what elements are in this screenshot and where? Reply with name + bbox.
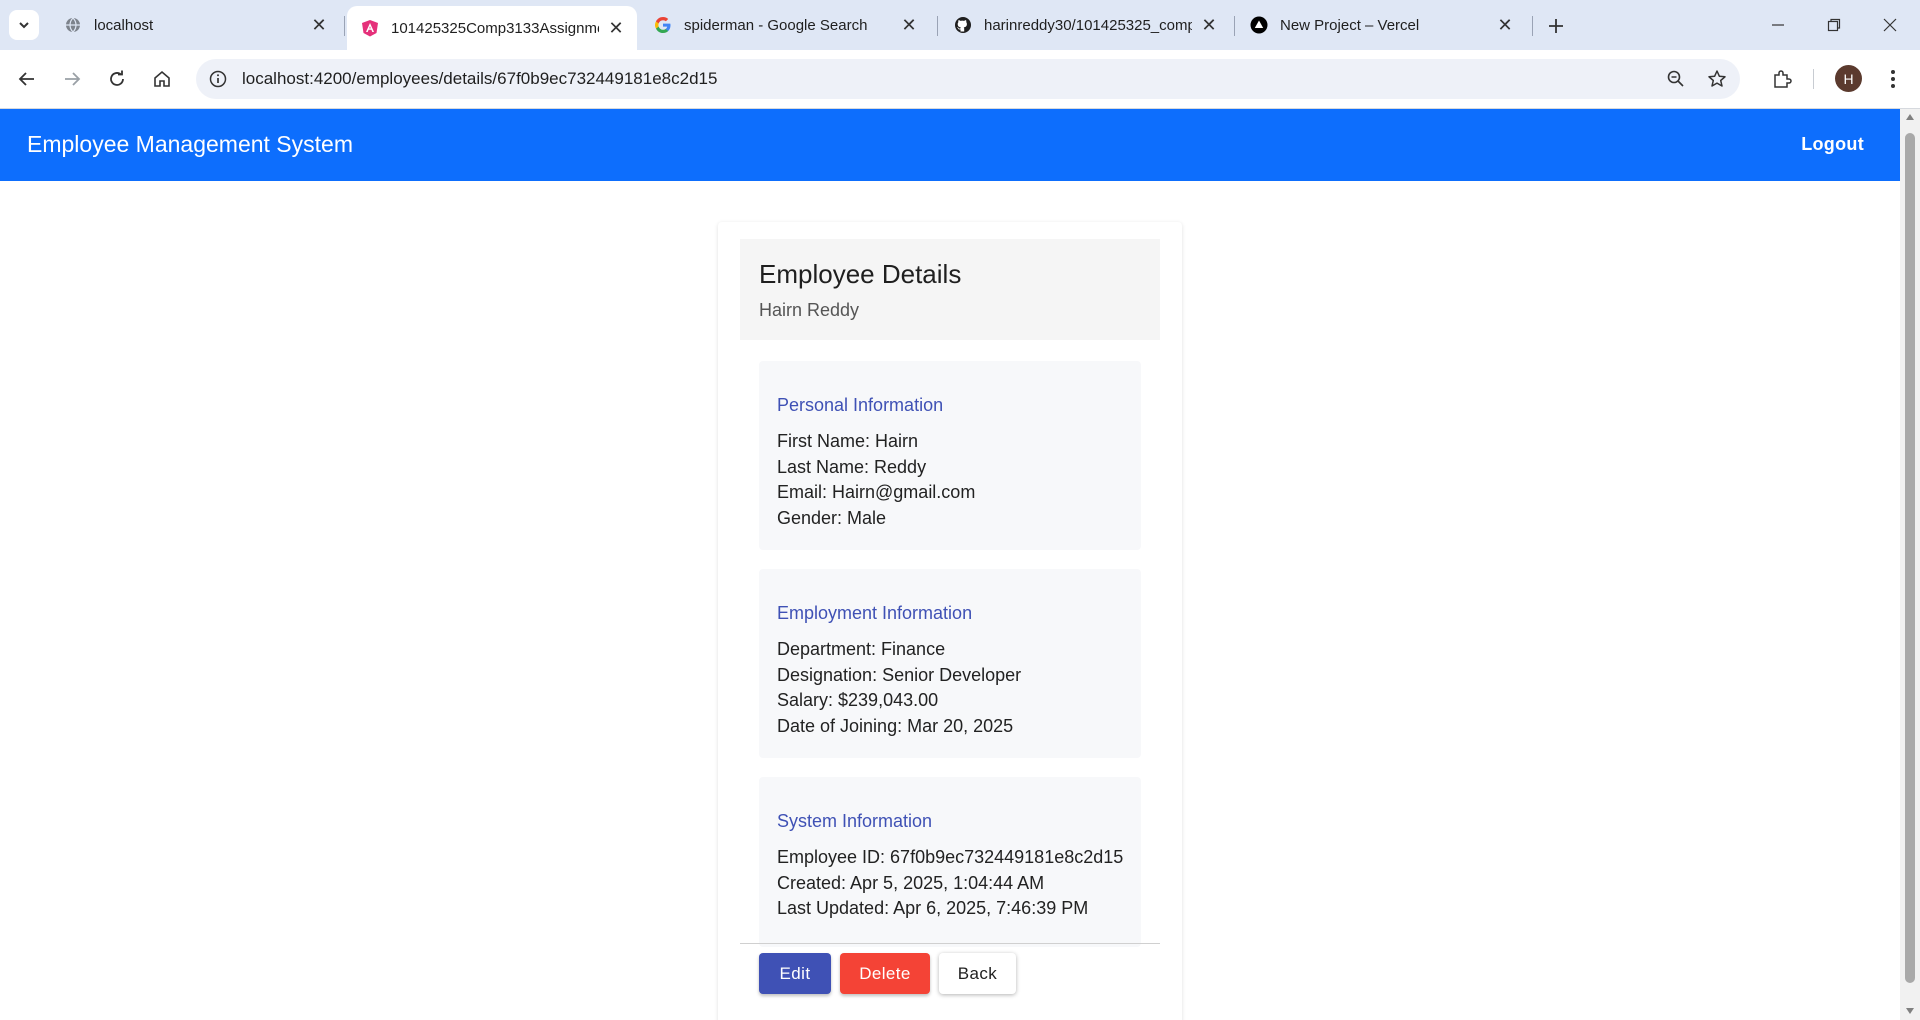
tab-search-button[interactable] xyxy=(9,10,39,40)
arrow-left-icon xyxy=(18,72,34,86)
chevron-down-icon xyxy=(19,22,29,29)
info-row-department: Department: Finance xyxy=(777,639,946,659)
toolbar-separator xyxy=(1813,69,1814,89)
minimize-icon xyxy=(1772,24,1784,26)
back-nav-button[interactable] xyxy=(11,63,43,95)
page-scrollbar[interactable] xyxy=(1900,109,1920,1020)
section-title: System Information xyxy=(777,811,933,831)
employee-details-card: Employee Details Hairn Reddy Personal In… xyxy=(718,222,1182,1020)
actions-divider xyxy=(740,943,1160,944)
info-row-email: Email: Hairn@gmail.com xyxy=(777,482,976,502)
reload-button[interactable] xyxy=(101,63,133,95)
restore-button[interactable] xyxy=(1806,0,1862,50)
section-title: Personal Information xyxy=(777,395,944,415)
tab-separator xyxy=(937,16,938,36)
tab-separator xyxy=(344,16,345,36)
url-text[interactable]: localhost:4200/employees/details/67f0b9e… xyxy=(242,69,717,89)
info-row-salary: Salary: $239,043.00 xyxy=(777,690,939,710)
info-rows: Department: Finance Designation: Senior … xyxy=(777,637,1021,739)
tab-title: harinreddy30/101425325_comp xyxy=(984,16,1192,34)
home-button[interactable] xyxy=(146,63,178,95)
employment-info-section: Employment Information Department: Finan… xyxy=(759,569,1141,758)
browser-tab-active[interactable]: 101425325Comp3133Assignme ✕ xyxy=(347,6,637,50)
system-info-section: System Information Employee ID: 67f0b9ec… xyxy=(759,777,1141,947)
info-row-last-updated: Last Updated: Apr 6, 2025, 7:46:39 PM xyxy=(777,898,1089,918)
browser-tab-strip: localhost ✕ 101425325Comp3133Assignme ✕ … xyxy=(0,0,1920,50)
bookmark-star-icon[interactable] xyxy=(1705,67,1729,91)
info-rows: Employee ID: 67f0b9ec732449181e8c2d15 Cr… xyxy=(777,845,1123,922)
close-window-button[interactable] xyxy=(1862,0,1918,50)
info-row-date-of-joining: Date of Joining: Mar 20, 2025 xyxy=(777,715,1014,736)
close-icon xyxy=(1883,18,1897,32)
browser-tab[interactable]: New Project – Vercel ✕ xyxy=(1236,6,1526,44)
info-row-created: Created: Apr 5, 2025, 1:04:44 AM xyxy=(777,872,1045,893)
employee-name-subtitle: Hairn Reddy xyxy=(759,300,860,320)
new-tab-button[interactable] xyxy=(1542,12,1570,40)
section-title: Employment Information xyxy=(777,603,973,623)
scroll-down-arrow-icon[interactable] xyxy=(1905,1006,1915,1016)
page-viewport: Employee Management System Logout Employ… xyxy=(0,109,1900,1020)
browser-toolbar: localhost:4200/employees/details/67f0b9e… xyxy=(0,50,1920,109)
browser-tab[interactable]: harinreddy30/101425325_comp ✕ xyxy=(940,6,1230,44)
scroll-thumb[interactable] xyxy=(1905,133,1915,983)
info-rows: First Name: Hairn Last Name: Reddy Email… xyxy=(777,429,975,531)
tab-title: spiderman - Google Search xyxy=(684,16,868,34)
card-header: Employee Details Hairn Reddy xyxy=(740,239,1160,340)
browser-menu-button[interactable] xyxy=(1877,63,1909,95)
close-icon[interactable]: ✕ xyxy=(898,14,920,36)
minimize-button[interactable] xyxy=(1750,0,1806,50)
tab-separator xyxy=(1532,16,1533,36)
tab-title: New Project – Vercel xyxy=(1280,16,1420,34)
back-button[interactable]: Back xyxy=(939,953,1016,994)
close-icon[interactable]: ✕ xyxy=(1198,14,1220,36)
home-icon xyxy=(154,70,170,87)
close-icon[interactable]: ✕ xyxy=(308,14,330,36)
delete-button[interactable]: Delete xyxy=(840,953,930,994)
page-title: Employee Details xyxy=(759,259,962,289)
reload-icon xyxy=(110,70,124,86)
close-icon[interactable]: ✕ xyxy=(1494,14,1516,36)
kebab-menu-icon xyxy=(1891,70,1895,88)
personal-info-section: Personal Information First Name: Hairn L… xyxy=(759,361,1141,550)
info-row-employee-id: Employee ID: 67f0b9ec732449181e8c2d15 xyxy=(777,847,1124,867)
github-icon xyxy=(954,16,972,34)
angular-icon xyxy=(361,19,379,37)
tab-separator xyxy=(1234,16,1235,36)
profile-avatar[interactable]: H xyxy=(1835,65,1862,92)
zoom-icon[interactable] xyxy=(1664,67,1688,91)
google-icon xyxy=(654,16,672,34)
site-info-icon[interactable] xyxy=(206,67,230,91)
restore-icon xyxy=(1827,18,1841,32)
info-row-last-name: Last Name: Reddy xyxy=(777,456,927,477)
vercel-icon xyxy=(1250,16,1268,34)
tab-title: localhost xyxy=(94,16,154,34)
scroll-up-arrow-icon[interactable] xyxy=(1905,112,1915,122)
globe-icon xyxy=(64,16,82,34)
browser-tab[interactable]: localhost ✕ xyxy=(50,6,340,44)
app-navbar: Employee Management System Logout xyxy=(0,109,1900,181)
info-row-designation: Designation: Senior Developer xyxy=(777,664,1022,685)
edit-button[interactable]: Edit xyxy=(759,953,831,994)
plus-icon xyxy=(1549,19,1563,33)
address-bar[interactable]: localhost:4200/employees/details/67f0b9e… xyxy=(196,59,1740,99)
extensions-button[interactable] xyxy=(1766,63,1798,95)
puzzle-icon xyxy=(1774,70,1792,88)
close-icon[interactable]: ✕ xyxy=(605,17,627,39)
info-row-first-name: First Name: Hairn xyxy=(777,431,919,451)
logout-button[interactable]: Logout xyxy=(1801,134,1864,155)
info-row-gender: Gender: Male xyxy=(777,507,887,528)
forward-nav-button[interactable] xyxy=(56,63,88,95)
browser-tab[interactable]: spiderman - Google Search ✕ xyxy=(640,6,930,44)
app-brand[interactable]: Employee Management System xyxy=(27,131,353,158)
arrow-right-icon xyxy=(65,72,81,86)
tab-title: 101425325Comp3133Assignme xyxy=(391,19,599,37)
